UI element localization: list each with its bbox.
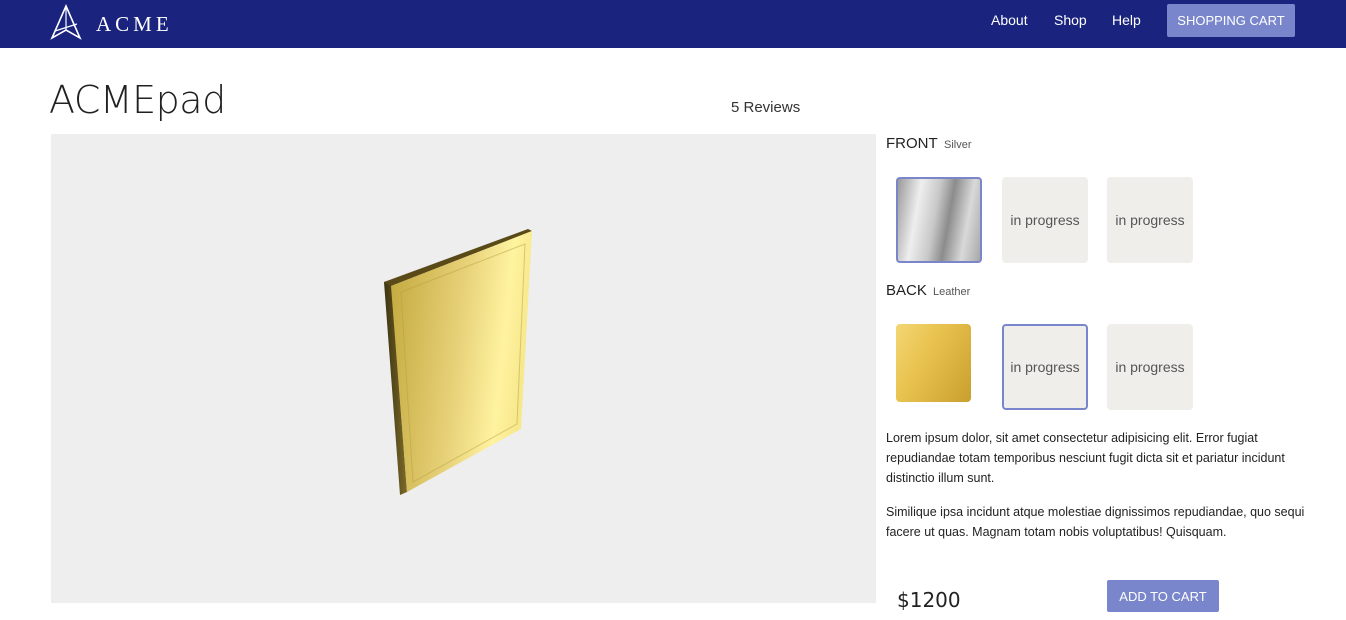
front-option-label: FRONT bbox=[886, 135, 938, 152]
back-swatch-gold[interactable] bbox=[896, 324, 971, 402]
nav-help-link[interactable]: Help bbox=[1112, 12, 1141, 28]
brand-name: ACME bbox=[96, 12, 173, 36]
navbar: ACME About Shop Help SHOPPING CART bbox=[0, 0, 1346, 48]
back-selected-material: Leather bbox=[933, 286, 971, 298]
reviews-link[interactable]: 5 Reviews bbox=[731, 99, 800, 116]
front-swatch-3[interactable]: in progress bbox=[1107, 177, 1193, 263]
product-description-1: Lorem ipsum dolor, sit amet consectetur … bbox=[886, 431, 1285, 485]
add-to-cart-button[interactable]: ADD TO CART bbox=[1107, 580, 1219, 612]
front-swatch-silver[interactable] bbox=[896, 177, 982, 263]
product-description-2: Similique ipsa incidunt atque molestiae … bbox=[886, 505, 1305, 539]
product-price: $1200 bbox=[897, 588, 961, 612]
nav-shop-link[interactable]: Shop bbox=[1054, 12, 1087, 28]
front-selected-material: Silver bbox=[944, 139, 972, 151]
tablet-model-render bbox=[384, 229, 532, 495]
product-title: ACMEpad bbox=[49, 78, 226, 122]
acme-logo-icon bbox=[50, 4, 82, 45]
nav-about-link[interactable]: About bbox=[991, 12, 1028, 28]
product-3d-viewer[interactable] bbox=[51, 134, 876, 603]
brand-logo[interactable]: ACME bbox=[50, 4, 173, 45]
back-option-label: BACK bbox=[886, 282, 927, 299]
front-swatch-2[interactable]: in progress bbox=[1002, 177, 1088, 263]
back-swatch-2[interactable]: in progress bbox=[1002, 324, 1088, 410]
back-swatch-3[interactable]: in progress bbox=[1107, 324, 1193, 410]
shopping-cart-button[interactable]: SHOPPING CART bbox=[1167, 4, 1295, 37]
